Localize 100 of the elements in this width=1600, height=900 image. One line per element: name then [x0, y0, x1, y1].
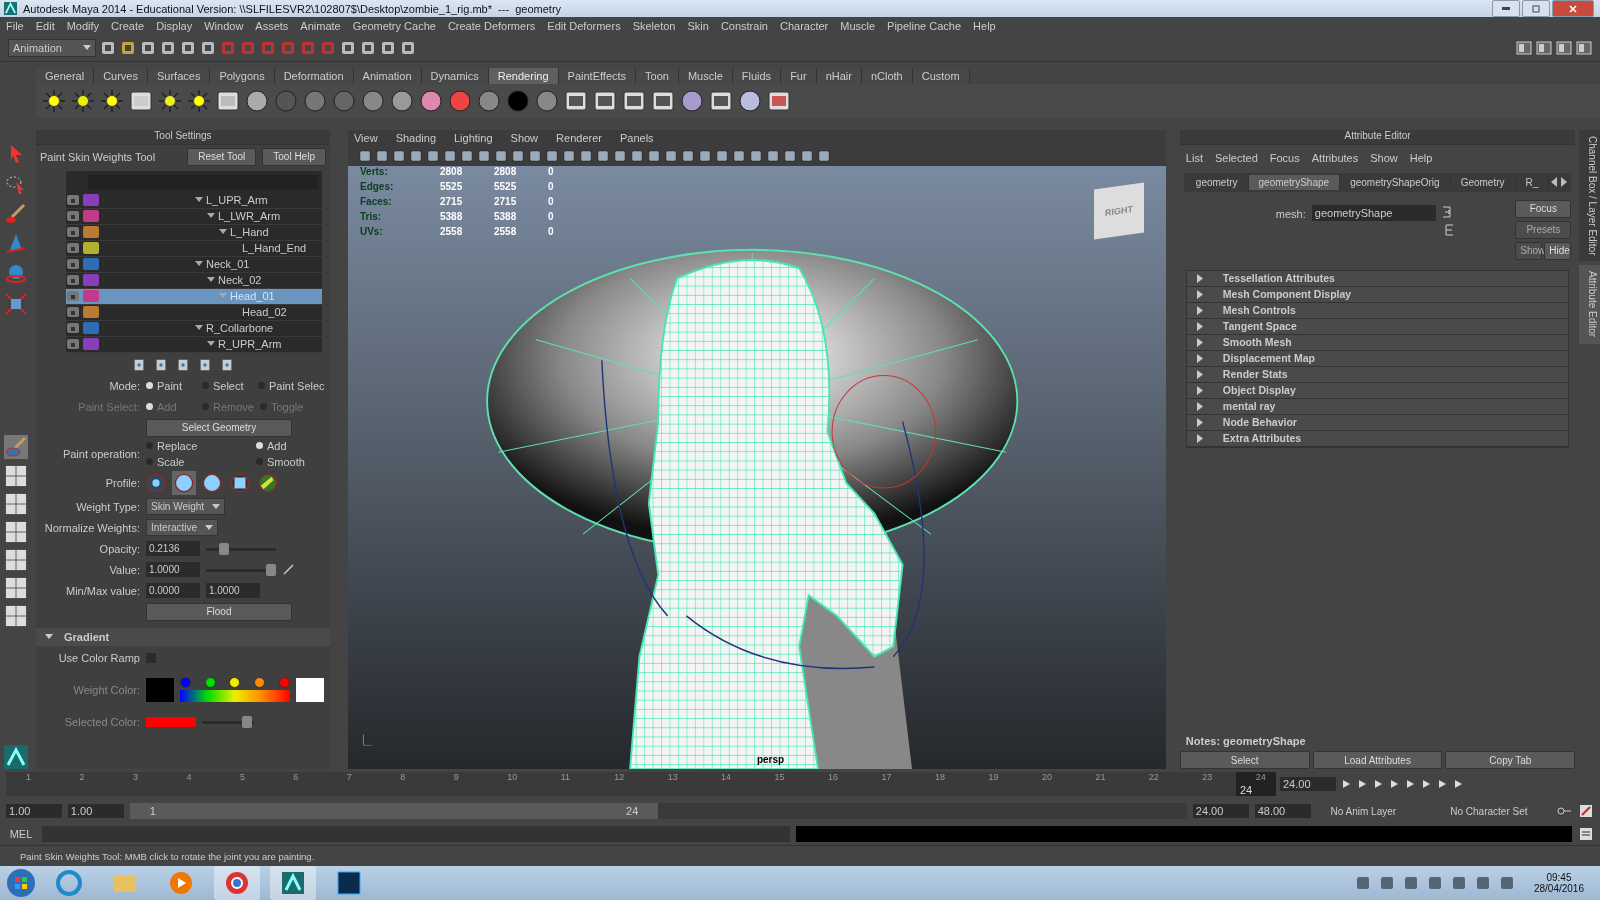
- menu-item[interactable]: Skeleton: [632, 20, 676, 32]
- joint-row[interactable]: L_Hand: [65, 224, 322, 241]
- shelf-tab[interactable]: Fluids: [732, 67, 782, 84]
- paint-brush-icon[interactable]: [4, 201, 28, 226]
- menu-item[interactable]: Window: [204, 20, 244, 32]
- toolbar-icon[interactable]: [476, 148, 491, 163]
- side-button[interactable]: Focus: [1515, 199, 1572, 218]
- toolbar-icon[interactable]: [544, 148, 559, 163]
- menu-item[interactable]: Display: [156, 20, 193, 32]
- joint-row[interactable]: Head_02: [65, 304, 322, 321]
- sphere-icon[interactable]: [390, 88, 414, 113]
- menu-item[interactable]: Create: [111, 20, 145, 32]
- layout-icon[interactable]: [1516, 39, 1532, 56]
- toolbar-icon[interactable]: [646, 148, 661, 163]
- menu-item[interactable]: File: [6, 20, 24, 32]
- joint-row[interactable]: Neck_01: [65, 256, 322, 273]
- shelf-tab[interactable]: General: [36, 67, 95, 84]
- menu-item[interactable]: Selected: [1214, 151, 1258, 164]
- flood-button[interactable]: Flood: [145, 602, 292, 621]
- menu-item[interactable]: Animate: [300, 20, 341, 32]
- slider-thumb[interactable]: [241, 715, 252, 728]
- section-header[interactable]: Gradient: [35, 627, 330, 646]
- menu-item[interactable]: Skin: [687, 20, 709, 32]
- node-tab[interactable]: geometry: [1185, 174, 1249, 190]
- folder-icon[interactable]: [120, 39, 136, 56]
- shelf-tab[interactable]: Curves: [94, 67, 148, 84]
- command-language-label[interactable]: MEL: [6, 828, 36, 841]
- side-button[interactable]: Hide: [1544, 241, 1572, 260]
- shelf-tab[interactable]: Custom: [912, 67, 970, 84]
- menu-item[interactable]: Edit Deformers: [547, 20, 621, 32]
- sphere-icon[interactable]: [680, 88, 704, 113]
- paint-brush-icon[interactable]: [4, 434, 28, 459]
- shelf-tab[interactable]: nCloth: [861, 67, 913, 84]
- menu-item[interactable]: Modify: [66, 20, 100, 32]
- color-swatch[interactable]: [295, 677, 324, 702]
- anim-layer-dropdown[interactable]: No Anim Layer: [1316, 805, 1431, 817]
- normalize-dropdown[interactable]: Interactive: [145, 519, 219, 537]
- tray-icon[interactable]: [1499, 876, 1514, 890]
- brush-profile-button[interactable]: [171, 470, 196, 495]
- layout-icon[interactable]: [5, 492, 27, 515]
- weight-type-dropdown[interactable]: Skin Weight: [145, 498, 226, 516]
- lock-icon[interactable]: [65, 226, 80, 239]
- toolbar-icon[interactable]: [612, 148, 627, 163]
- lock-icon[interactable]: [65, 338, 80, 351]
- layout-icon[interactable]: [1536, 39, 1552, 56]
- lock-icon[interactable]: [65, 210, 80, 223]
- script-editor-icon[interactable]: [1578, 826, 1594, 843]
- radio-option[interactable]: Add: [255, 439, 316, 452]
- radio-option[interactable]: Replace: [145, 439, 256, 452]
- menu-item[interactable]: Muscle: [840, 20, 876, 32]
- toolbar-icon[interactable]: [391, 148, 406, 163]
- tray-icon[interactable]: [1475, 876, 1490, 890]
- menu-item[interactable]: Attributes: [1311, 151, 1359, 164]
- playback-end-field[interactable]: 24.00: [1192, 804, 1249, 819]
- shelf-tab[interactable]: Muscle: [678, 67, 733, 84]
- playback-control-icon[interactable]: [1372, 778, 1384, 791]
- minimize-button[interactable]: [1492, 0, 1520, 17]
- toolbar-icon[interactable]: [578, 148, 593, 163]
- toolbar-icon[interactable]: [816, 148, 831, 163]
- sphere-icon[interactable]: [535, 88, 559, 113]
- toolbar-icon[interactable]: [663, 148, 678, 163]
- light-icon[interactable]: [71, 88, 95, 113]
- number-field[interactable]: 0.2136: [145, 541, 200, 557]
- shelf-tab[interactable]: Fur: [781, 67, 817, 84]
- lock-icon[interactable]: [65, 242, 80, 255]
- playback-start-field[interactable]: 1.00: [67, 804, 124, 819]
- layout-icon[interactable]: [1556, 39, 1572, 56]
- viewport[interactable]: Verts: 2808 2808 0 Edges: 5525 5525 0 Faces: 2715 2715 0 Tris: 5388 5388 0 UVs: 2558 2558 0 RIGHT persp: [347, 165, 1166, 770]
- light-icon[interactable]: [100, 88, 124, 113]
- select-geometry-button[interactable]: Select Geometry: [145, 418, 292, 437]
- slider-thumb[interactable]: [218, 542, 229, 555]
- menu-item[interactable]: Edit: [35, 20, 55, 32]
- menu-item[interactable]: Help: [973, 20, 996, 32]
- side-tab[interactable]: Attribute Editor: [1579, 265, 1600, 344]
- toolbar-icon[interactable]: [561, 148, 576, 163]
- menu-item[interactable]: Assets: [255, 20, 289, 32]
- toolbar-icon[interactable]: [493, 148, 508, 163]
- attribute-section[interactable]: Tessellation Attributes: [1186, 270, 1569, 287]
- toolbar-icon[interactable]: [357, 148, 372, 163]
- menu-set-dropdown[interactable]: Animation: [8, 38, 96, 57]
- menu-item[interactable]: Shading: [395, 131, 436, 144]
- tray-icon[interactable]: [1451, 876, 1466, 890]
- sphere-icon[interactable]: [361, 88, 385, 113]
- time-slider[interactable]: 1 2 3 4 5 6 7 8 9 10 11 12 13 14 15 16 17 18 19 20 21 22 23 24 24: [6, 772, 1276, 797]
- toolbar-icon[interactable]: [425, 148, 440, 163]
- playback-control-icon[interactable]: [1388, 778, 1400, 791]
- sphere-icon[interactable]: [477, 88, 501, 113]
- joint-row[interactable]: L_Hand_End: [65, 240, 322, 257]
- playback-control-icon[interactable]: [1404, 778, 1416, 791]
- shelf-tab[interactable]: Toon: [636, 67, 679, 84]
- node-tab[interactable]: geometryShape: [1248, 174, 1341, 190]
- start-time-field[interactable]: 1.00: [6, 804, 62, 819]
- toolbar-icon[interactable]: [799, 148, 814, 163]
- sphere-icon[interactable]: [738, 88, 762, 113]
- lock-icon[interactable]: [65, 194, 80, 207]
- expand-arrow-icon[interactable]: [43, 632, 54, 641]
- joint-row[interactable]: L_LWR_Arm: [65, 208, 322, 225]
- number-field[interactable]: 1.0000: [145, 562, 200, 578]
- light-icon[interactable]: [187, 88, 211, 113]
- menu-item[interactable]: Character: [779, 20, 829, 32]
